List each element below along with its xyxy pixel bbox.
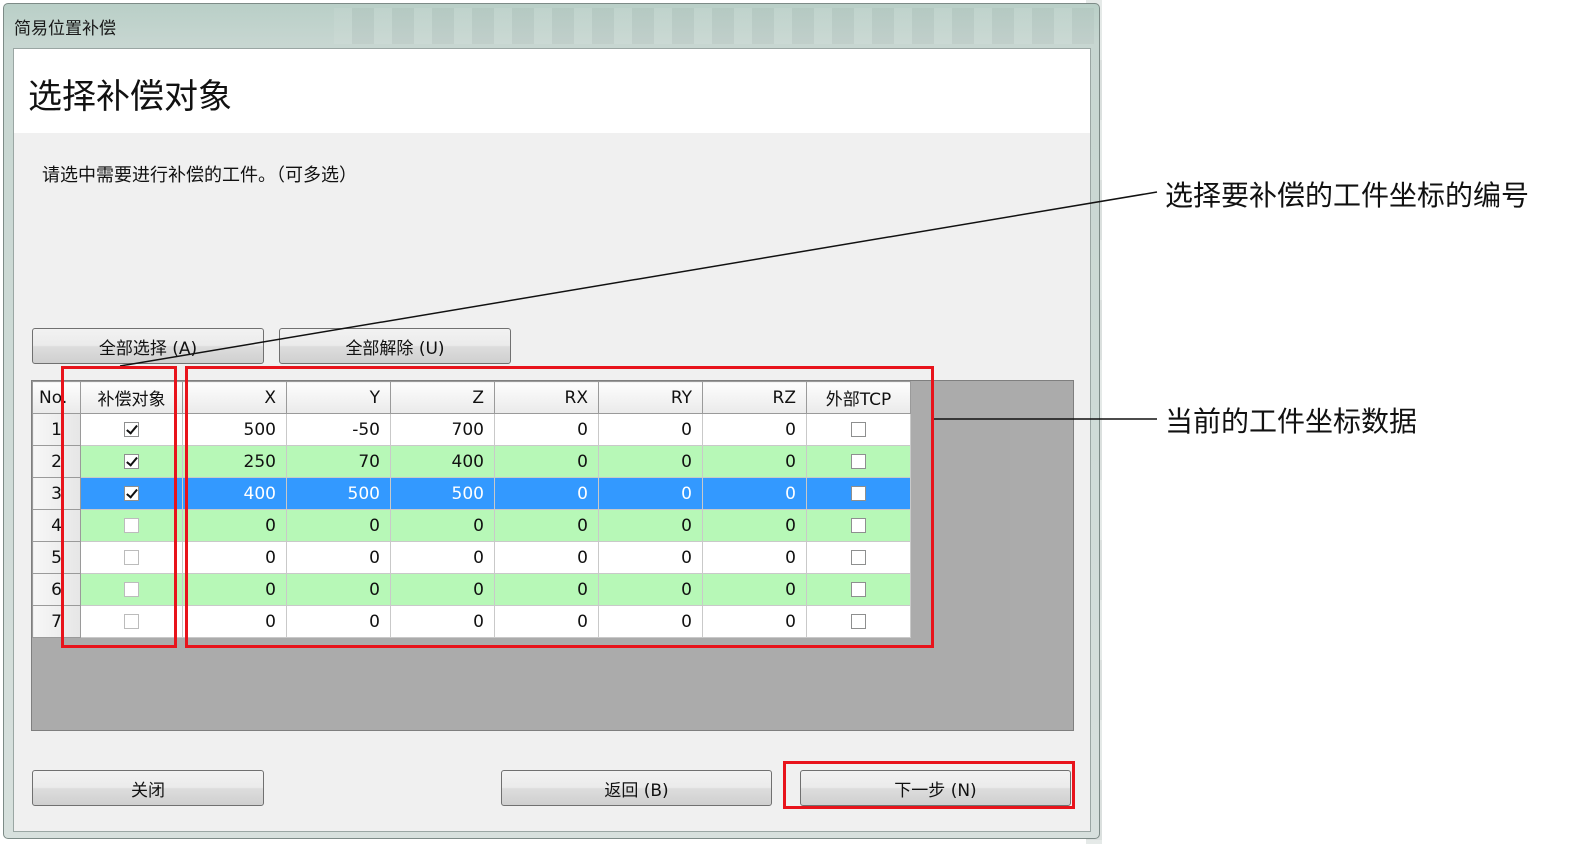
leader-line-target [119, 191, 1158, 367]
annotation-select-number: 选择要补偿的工件坐标的编号 [1165, 179, 1530, 212]
annotation-current-data: 当前的工件坐标数据 [1165, 405, 1418, 438]
